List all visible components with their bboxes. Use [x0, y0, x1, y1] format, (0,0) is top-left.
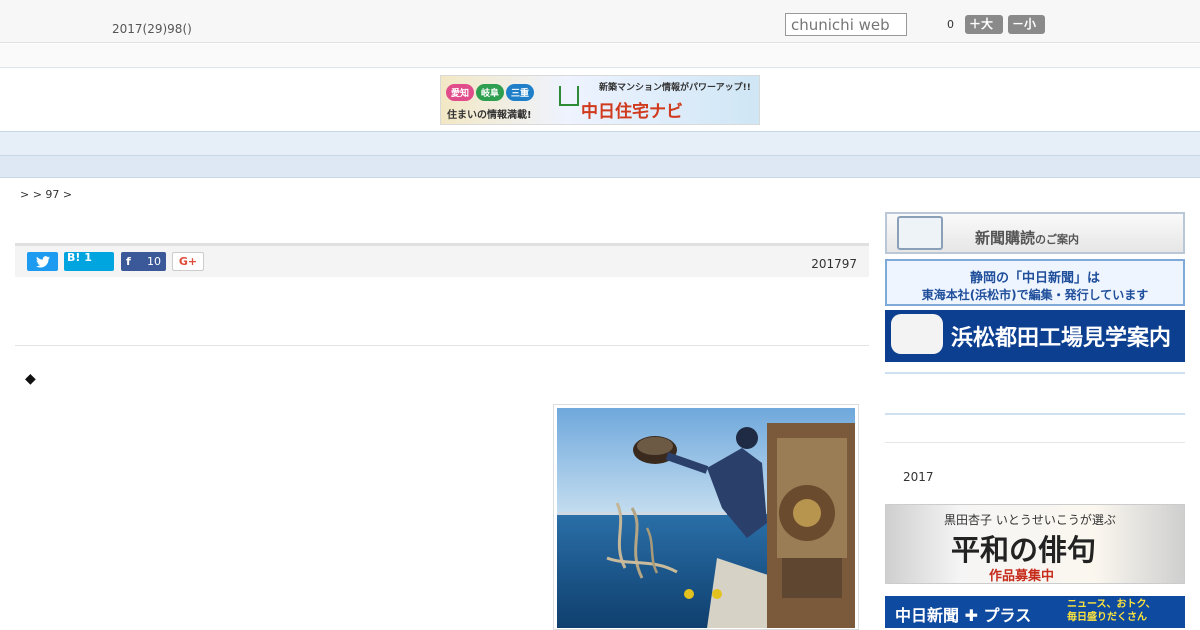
twitter-share-button[interactable] — [27, 252, 58, 271]
region-pills: 愛知 岐阜 三重 — [446, 84, 536, 101]
haiku-line2: 平和の俳句 — [951, 533, 1097, 567]
nav-item[interactable] — [658, 136, 686, 155]
newspaper-icon — [897, 216, 943, 250]
banner-tagline: 新築マンション情報がパワーアップ!! — [599, 83, 751, 93]
shizuoka-line1: 静岡の「中日新聞」は — [969, 271, 1100, 286]
facebook-icon: f — [126, 255, 131, 268]
share-bar: B! 1 f 10 G+ 201797 — [15, 243, 869, 277]
nav-item[interactable] — [738, 136, 766, 155]
search-input[interactable] — [785, 13, 907, 36]
top-bar: 2017(29)98() 0 ＋大 －小 — [0, 0, 1200, 43]
subscription-main: 新聞購読 — [975, 229, 1036, 247]
bullet-diamond: ◆ — [25, 371, 36, 387]
housing-navi-banner[interactable]: 愛知 岐阜 三重 住まいの情報満載! 新築マンション情報がパワーアップ!! 中日住宅… — [440, 75, 760, 125]
sidebar-box — [885, 413, 1185, 443]
shizuoka-banner[interactable]: 静岡の「中日新聞」は 東海本社(浜松市)で編集・発行しています — [885, 259, 1185, 306]
peace-haiku-banner[interactable]: 黒田杏子 いとうせいこうが選ぶ 平和の俳句 作品募集中 — [885, 504, 1185, 584]
region-pill: 岐阜 — [476, 84, 505, 101]
font-bigger-button[interactable]: ＋大 — [965, 15, 1003, 34]
header-date: 2017(29)98() — [112, 22, 192, 36]
house-icon — [559, 86, 579, 106]
paper-roll-mascot-icon — [891, 314, 943, 354]
region-pill: 愛知 — [446, 84, 475, 101]
google-plus-button[interactable]: G+ — [172, 252, 204, 271]
sub-nav — [0, 156, 1200, 178]
region-pill: 三重 — [506, 84, 535, 101]
banner-title: 中日住宅ナビ — [581, 102, 683, 122]
publish-date: 201797 — [811, 257, 857, 271]
facebook-count: 10 — [147, 255, 161, 268]
nav-item[interactable] — [498, 136, 526, 155]
facebook-share-button[interactable]: f 10 — [121, 252, 166, 271]
nav-item[interactable] — [818, 136, 846, 155]
plus-title: 中日新聞 ✚ プラス — [895, 606, 1032, 625]
hatena-bookmark-button[interactable]: B! 1 — [64, 252, 114, 271]
subscription-banner[interactable]: 新聞購読のご案内 — [885, 212, 1185, 254]
factory-tour-banner[interactable]: 浜松都田工場見学案内 — [885, 310, 1185, 362]
plus-tagline: ニュース、おトク、 毎日盛りだくさん — [1067, 599, 1156, 623]
nav-item[interactable] — [578, 136, 606, 155]
subscription-small: のご案内 — [1035, 233, 1080, 246]
nav-item[interactable] — [258, 136, 286, 155]
shizuoka-line2: 東海本社(浜松市)で編集・発行しています — [921, 288, 1149, 302]
haiku-line1: 黒田杏子 いとうせいこうが選ぶ — [944, 513, 1116, 527]
article-photo[interactable] — [553, 404, 859, 630]
font-size-label: 0 — [947, 18, 954, 31]
nav-item[interactable] — [338, 136, 366, 155]
nav-item[interactable] — [418, 136, 446, 155]
subscription-title: 新聞購読のご案内 — [975, 227, 1079, 248]
factory-tour-title: 浜松都田工場見学案内 — [951, 326, 1172, 351]
banner-subtitle: 住まいの情報満載! — [447, 110, 532, 121]
nav-item[interactable] — [178, 136, 206, 155]
sidebar-box — [885, 372, 1185, 409]
breadcrumb[interactable]: > > 97 > — [20, 188, 72, 201]
chunichi-plus-banner[interactable]: 中日新聞 ✚ プラス ニュース、おトク、 毎日盛りだくさん — [885, 596, 1185, 628]
sidebar-year: 2017 — [903, 470, 934, 484]
twitter-icon — [35, 256, 50, 268]
divider — [15, 345, 869, 346]
haiku-line3: 作品募集中 — [989, 569, 1055, 584]
header-strip — [0, 44, 1200, 68]
font-smaller-button[interactable]: －小 — [1008, 15, 1045, 34]
main-nav — [0, 131, 1200, 156]
eel-fishing-photo — [557, 408, 855, 628]
